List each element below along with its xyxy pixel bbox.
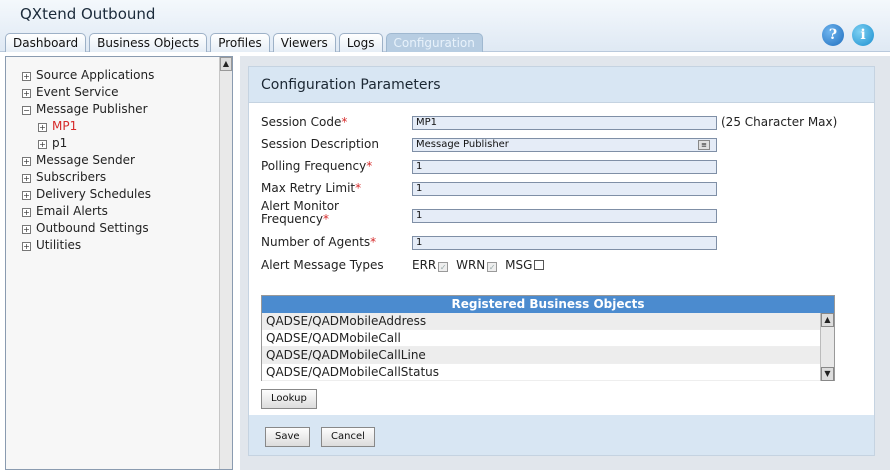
lookup-button[interactable]: Lookup — [261, 389, 317, 409]
tree-item-source-applications[interactable]: + Source Applications — [22, 67, 154, 84]
tree-item-mp1[interactable]: + MP1 — [22, 118, 154, 135]
cancel-button[interactable]: Cancel — [321, 427, 375, 447]
list-scrollbar[interactable]: ▲ ▼ — [820, 313, 834, 381]
expand-icon[interactable]: + — [38, 140, 47, 149]
wrn-label: WRN — [456, 258, 486, 272]
list-item[interactable]: QADSE/QADMobileCall — [262, 330, 834, 347]
list-item[interactable]: QADSE/QADMobileCallLine — [262, 347, 834, 364]
tab-dashboard[interactable]: Dashboard — [5, 33, 87, 52]
tree-item-subscribers[interactable]: + Subscribers — [22, 169, 154, 186]
err-checkbox[interactable]: ✓ — [438, 262, 449, 272]
tree-item-label: Email Alerts — [36, 204, 108, 218]
polling-frequency-label: Polling Frequency* — [261, 159, 373, 173]
info-icon[interactable]: i — [852, 24, 874, 46]
number-of-agents-input[interactable]: 1 — [412, 236, 717, 250]
tab-profiles[interactable]: Profiles — [210, 33, 270, 52]
err-label: ERR — [412, 258, 437, 272]
main-tabs: Dashboard Business Objects Profiles View… — [5, 33, 486, 52]
tree-item-label: Delivery Schedules — [36, 187, 152, 201]
session-description-label: Session Description — [261, 137, 379, 151]
form-footer: Save Cancel — [249, 415, 874, 455]
tree-item-event-service[interactable]: + Event Service — [22, 84, 154, 101]
expand-icon[interactable]: + — [22, 157, 31, 166]
tab-logs[interactable]: Logs — [338, 33, 383, 52]
expand-icon[interactable]: + — [22, 191, 31, 200]
scroll-up-icon[interactable]: ▲ — [821, 313, 834, 327]
polling-frequency-input[interactable]: 1 — [412, 160, 717, 174]
max-retry-limit-input[interactable]: 1 — [412, 182, 717, 196]
max-retry-limit-label: Max Retry Limit* — [261, 181, 362, 195]
expand-icon[interactable]: + — [22, 208, 31, 217]
number-of-agents-label: Number of Agents* — [261, 235, 377, 249]
expand-icon[interactable]: + — [22, 89, 31, 98]
session-code-input[interactable]: MP1 — [412, 116, 717, 130]
tree-item-utilities[interactable]: + Utilities — [22, 237, 154, 254]
tree-item-label: Event Service — [36, 85, 119, 99]
alert-monitor-frequency-input[interactable]: 1 — [412, 209, 717, 223]
tree-item-message-publisher[interactable]: − Message Publisher — [22, 101, 154, 118]
tree-item-label: Utilities — [36, 238, 82, 252]
navigation-tree: + Source Applications + Event Service − Mes… — [22, 67, 154, 254]
tree-item-delivery-schedules[interactable]: + Delivery Schedules — [22, 186, 154, 203]
session-code-max-note: (25 Character Max) — [721, 115, 838, 129]
configuration-panel: Configuration Parameters Session Code* M… — [248, 66, 875, 456]
tree-item-message-sender[interactable]: + Message Sender — [22, 152, 154, 169]
registered-business-objects-list: Registered Business Objects QADSE/QADMob… — [261, 295, 835, 381]
spinner-icon[interactable]: ≡ — [698, 140, 710, 150]
app-title: QXtend Outbound — [20, 5, 156, 23]
help-icon[interactable]: ? — [822, 24, 844, 46]
list-item[interactable]: QADSE/QADMobileAddress — [262, 313, 834, 330]
tree-item-label: Message Publisher — [36, 102, 148, 116]
msg-checkbox[interactable] — [534, 260, 545, 270]
tree-item-email-alerts[interactable]: + Email Alerts — [22, 203, 154, 220]
session-description-input[interactable]: Message Publisher ≡ — [412, 138, 717, 152]
sidebar-scrollbar[interactable]: ▲ — [219, 57, 232, 469]
session-code-label: Session Code* — [261, 115, 348, 129]
tab-configuration[interactable]: Configuration — [385, 33, 483, 52]
tree-item-label: p1 — [52, 136, 68, 150]
expand-icon[interactable]: + — [22, 72, 31, 81]
wrn-checkbox[interactable]: ✓ — [487, 262, 498, 272]
tree-item-outbound-settings[interactable]: + Outbound Settings — [22, 220, 154, 237]
main-content: Configuration Parameters Session Code* M… — [240, 56, 890, 470]
tree-item-label: Subscribers — [36, 170, 107, 184]
list-item[interactable]: QADSE/QADMobileCallStatus — [262, 364, 834, 381]
tree-item-label: Outbound Settings — [36, 221, 149, 235]
panel-title: Configuration Parameters — [249, 67, 874, 103]
registered-business-objects-header: Registered Business Objects — [262, 296, 834, 313]
expand-icon[interactable]: + — [22, 174, 31, 183]
collapse-icon[interactable]: − — [22, 106, 31, 115]
tree-item-p1[interactable]: + p1 — [22, 135, 154, 152]
alert-monitor-frequency-label: Alert Monitor Frequency* — [261, 199, 339, 226]
alert-message-types-group: ERR ✓ WRN ✓ MSG — [412, 258, 548, 272]
alert-message-types-label: Alert Message Types — [261, 258, 384, 272]
expand-icon[interactable]: + — [22, 225, 31, 234]
tab-viewers[interactable]: Viewers — [272, 33, 336, 52]
tree-item-label-selected: MP1 — [52, 119, 78, 133]
session-description-value: Message Publisher — [416, 139, 509, 150]
sidebar-tree-panel: + Source Applications + Event Service − Mes… — [5, 56, 233, 470]
save-button[interactable]: Save — [265, 427, 310, 447]
tree-item-label: Source Applications — [36, 68, 155, 82]
scroll-up-icon[interactable]: ▲ — [220, 57, 232, 71]
expand-icon[interactable]: + — [22, 242, 31, 251]
tree-item-label: Message Sender — [36, 153, 135, 167]
expand-icon[interactable]: + — [38, 123, 47, 132]
scroll-down-icon[interactable]: ▼ — [821, 367, 834, 381]
app-header: QXtend Outbound Dashboard Business Objec… — [0, 0, 890, 52]
msg-label: MSG — [505, 258, 533, 272]
tab-business-objects[interactable]: Business Objects — [89, 33, 208, 52]
